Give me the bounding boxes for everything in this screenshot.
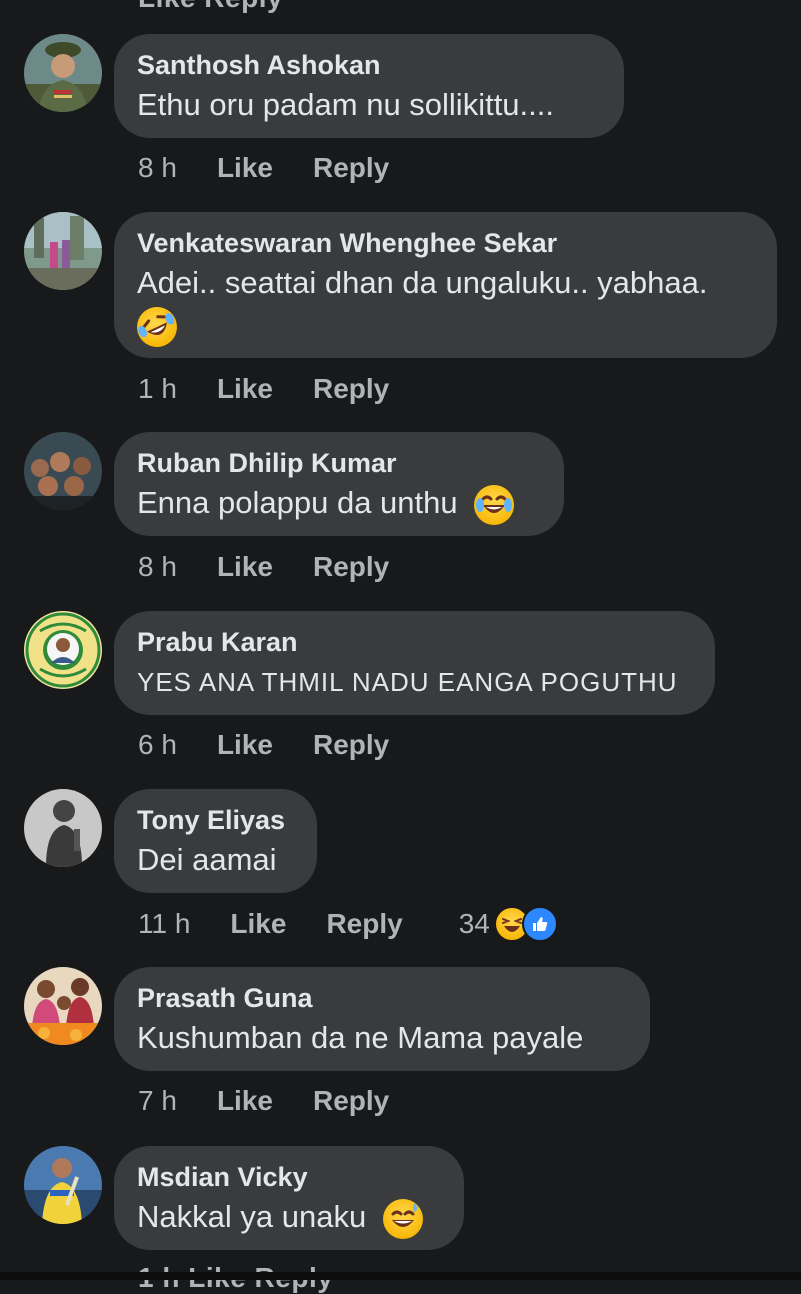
like-button[interactable]: Like [217, 1085, 273, 1117]
comment-bubble: Tony Eliyas Dei aamai [114, 789, 317, 893]
comment-author[interactable]: Santhosh Ashokan [137, 48, 602, 82]
avatar[interactable] [24, 967, 102, 1045]
comment-text: Nakkal ya unaku [137, 1197, 442, 1239]
comment-bubble: Prasath Guna Kushumban da ne Mama payale [114, 967, 650, 1071]
like-button[interactable]: Like [217, 373, 273, 405]
comment-bubble: Msdian Vicky Nakkal ya unaku [114, 1146, 464, 1250]
reply-button[interactable]: Reply [313, 373, 389, 405]
comment-author[interactable]: Venkateswaran Whenghee Sekar [137, 226, 755, 260]
like-button[interactable]: Like [217, 729, 273, 761]
comment-author[interactable]: Ruban Dhilip Kumar [137, 446, 542, 480]
comment-author[interactable]: Prabu Karan [137, 625, 693, 659]
tears-of-joy-emoji [474, 484, 515, 525]
comment-time[interactable]: 11 h [138, 908, 190, 940]
comment-time[interactable]: 1 h [138, 373, 177, 405]
comment-time[interactable]: 7 h [138, 1085, 177, 1117]
cricketer-avatar-icon [24, 1146, 102, 1224]
badge-avatar-icon [24, 611, 102, 689]
avatar[interactable] [24, 789, 102, 867]
like-button[interactable]: Like [230, 908, 286, 940]
reaction-summary[interactable]: 34 [459, 906, 558, 942]
comment-time[interactable]: 8 h [138, 152, 177, 184]
comment-text-content: Enna polappu da unthu [137, 485, 458, 520]
like-button[interactable]: Like [217, 152, 273, 184]
comment-author[interactable]: Tony Eliyas [137, 803, 295, 837]
bottom-edge-bar [0, 1272, 801, 1280]
reply-button[interactable]: Reply [313, 152, 389, 184]
comment-text: YES ANA THMIL NADU EANGA POGUTHU [137, 667, 678, 697]
comment-actions: 11 h Like Reply 34 [138, 906, 558, 942]
comment-text: Ethu oru padam nu sollikittu.... [137, 87, 555, 122]
comment-author[interactable]: Prasath Guna [137, 981, 628, 1015]
reply-button[interactable]: Reply [313, 551, 389, 583]
avatar[interactable] [24, 212, 102, 290]
comment-bubble: Ruban Dhilip Kumar Enna polappu da unthu [114, 432, 564, 536]
comment-actions: 8 h Like Reply [138, 551, 445, 583]
group-selfie-avatar-icon [24, 432, 102, 510]
avatar[interactable] [24, 432, 102, 510]
grinning-sweat-emoji [382, 1198, 423, 1239]
comment-time[interactable]: 8 h [138, 551, 177, 583]
comment-bubble: Prabu Karan YES ANA THMIL NADU EANGA POG… [114, 611, 715, 715]
comment-actions: 7 h Like Reply [138, 1085, 445, 1117]
like-reaction-icon [521, 906, 558, 942]
reaction-count: 34 [458, 908, 490, 939]
comment-text: Adei.. seattai dhan da ungaluku.. yabhaa… [137, 265, 708, 300]
reply-button[interactable]: Reply [313, 729, 389, 761]
comment-text-content: Nakkal ya unaku [137, 1199, 367, 1234]
comment-bubble: Santhosh Ashokan Ethu oru padam nu solli… [114, 34, 624, 138]
like-button[interactable]: Like [217, 551, 273, 583]
comment-actions: 1 h Like Reply [138, 373, 445, 405]
comment-time[interactable]: 6 h [138, 729, 177, 761]
comment-actions: 8 h Like Reply [138, 152, 445, 184]
avatar[interactable] [24, 1146, 102, 1224]
comment-text: Kushumban da ne Mama payale [137, 1020, 584, 1055]
statue-avatar-icon [24, 789, 102, 867]
comment-actions: 6 h Like Reply [138, 729, 445, 761]
partial-actions-top: Like Reply [138, 0, 283, 14]
avatar[interactable] [24, 611, 102, 689]
comment-author[interactable]: Msdian Vicky [137, 1160, 442, 1194]
comment-text: Dei aamai [137, 842, 277, 877]
reply-button[interactable]: Reply [313, 1085, 389, 1117]
rolling-laughing-emoji [130, 300, 184, 354]
avatar[interactable] [24, 34, 102, 112]
family-avatar-icon [24, 967, 102, 1045]
comment-text: Enna polappu da unthu [137, 483, 542, 525]
soldier-avatar-icon [24, 34, 102, 112]
outdoor-family-avatar-icon [24, 212, 102, 290]
reply-button[interactable]: Reply [326, 908, 402, 940]
comment-bubble: Venkateswaran Whenghee Sekar Adei.. seat… [114, 212, 777, 358]
